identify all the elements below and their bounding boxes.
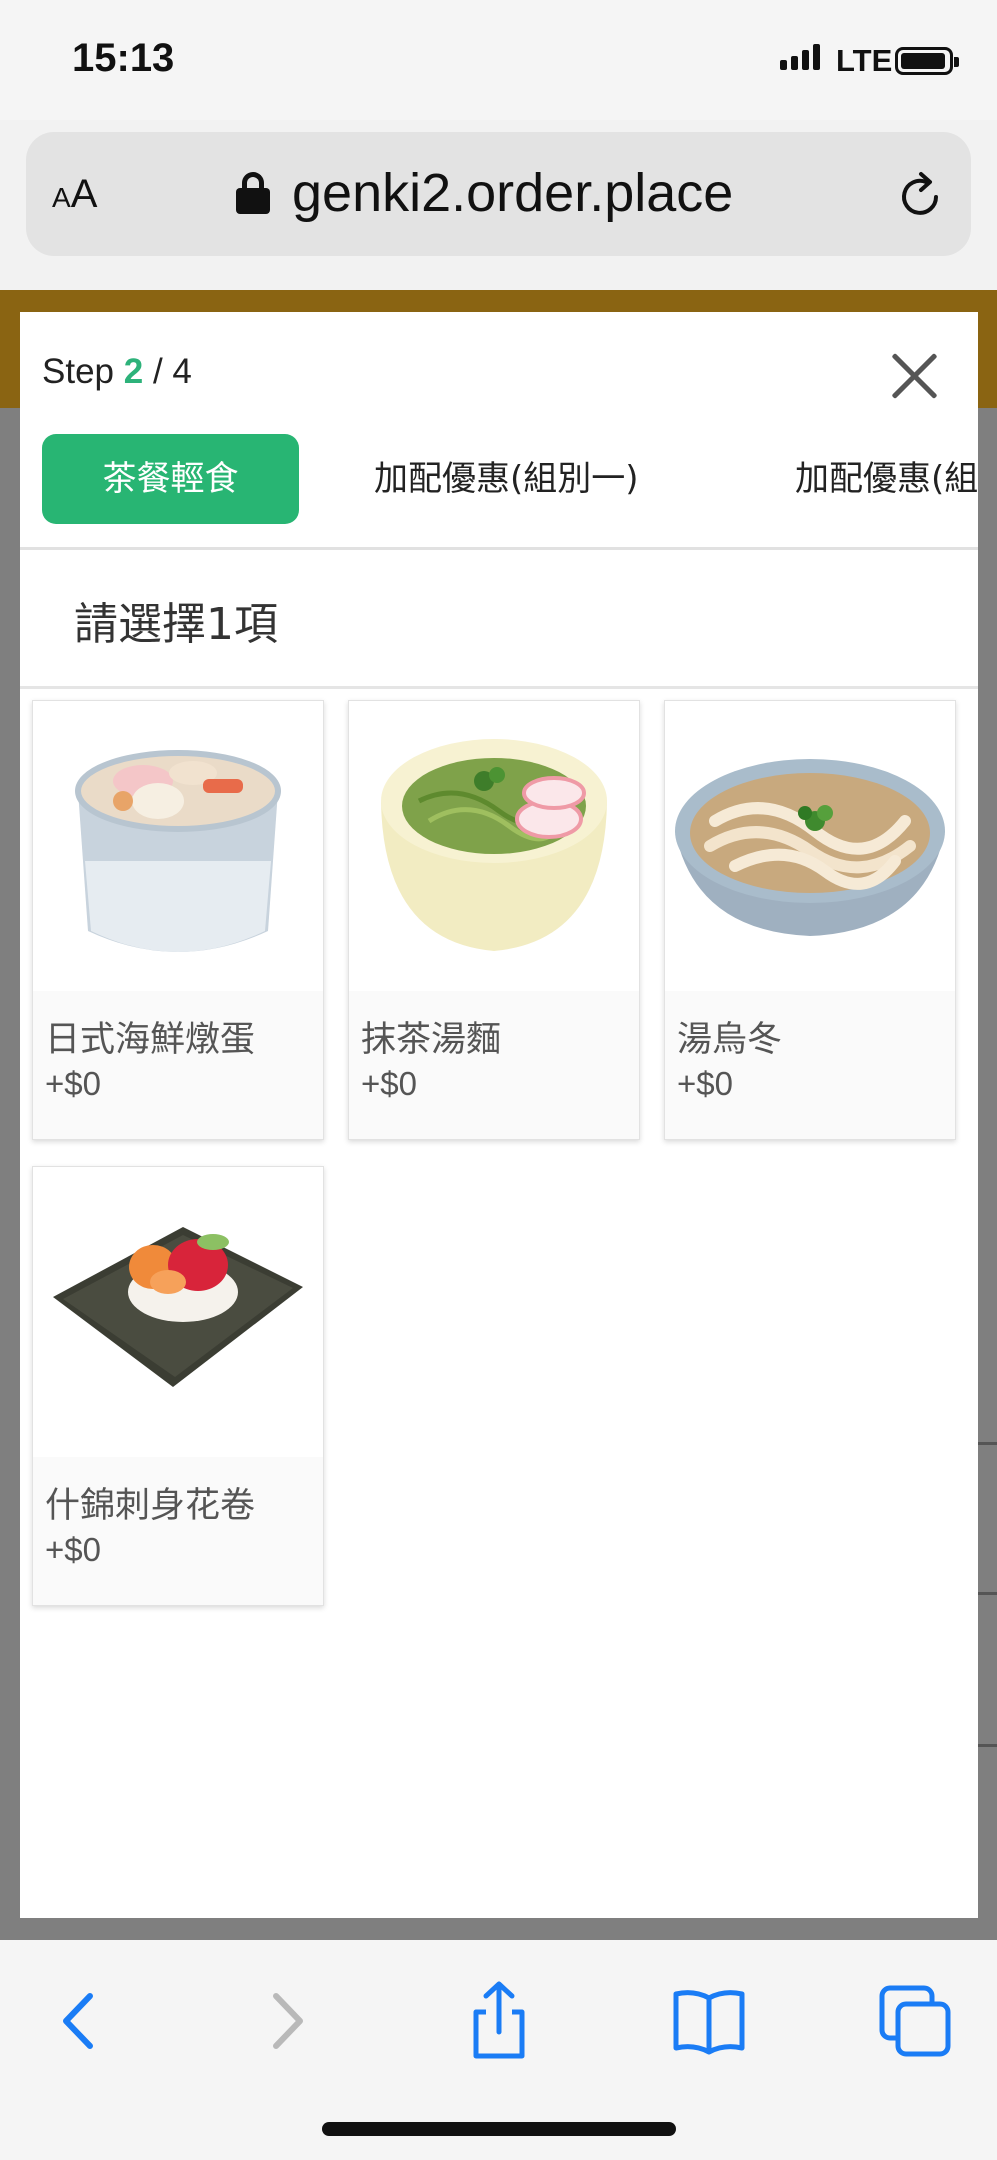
close-icon[interactable]: [886, 346, 942, 402]
item-name: 湯烏冬: [677, 1020, 783, 1060]
divider: [20, 547, 978, 550]
matcha-noodles-image: [349, 701, 639, 991]
tab-addon-group-2[interactable]: 加配優惠(組別二): [795, 434, 978, 524]
item-name: 什錦刺身花卷: [45, 1486, 256, 1526]
menu-item-card[interactable]: 抹茶湯麵 +$0: [348, 700, 640, 1140]
menu-item-card[interactable]: 日式海鮮燉蛋 +$0: [32, 700, 324, 1140]
item-price: +$0: [45, 1531, 101, 1568]
bookmarks-icon[interactable]: [664, 1976, 754, 2066]
background-divider: [978, 1744, 997, 1747]
share-icon[interactable]: [454, 1976, 544, 2066]
back-icon[interactable]: [36, 1976, 126, 2066]
lock-icon: [236, 172, 270, 214]
background-divider: [978, 1442, 997, 1445]
sashimi-roll-image: [33, 1167, 323, 1457]
step-indicator: Step 2 / 4: [42, 352, 192, 391]
selection-prompt: 請選擇1項: [74, 599, 278, 650]
menu-item-card[interactable]: 湯烏冬 +$0: [664, 700, 956, 1140]
udon-image: [665, 701, 955, 991]
reload-icon[interactable]: [896, 170, 944, 220]
item-price: +$0: [677, 1065, 733, 1102]
tab-addon-group-1[interactable]: 加配優惠(組別一): [374, 434, 639, 524]
item-name: 抹茶湯麵: [361, 1020, 502, 1060]
url-text[interactable]: genki2.order.place: [292, 162, 733, 224]
tabs-icon[interactable]: [870, 1976, 960, 2066]
seafood-egg-image: [33, 701, 323, 991]
address-bar[interactable]: AA genki2.order.place: [26, 132, 971, 256]
item-selection-modal: Step 2 / 4 茶餐輕食 加配優惠(組別一) 加配優惠(組別二) 請選擇1…: [20, 312, 978, 1918]
category-tabs: 茶餐輕食 加配優惠(組別一) 加配優惠(組別二): [20, 434, 978, 526]
item-name: 日式海鮮燉蛋: [45, 1020, 256, 1060]
signal-icon: [780, 44, 820, 70]
network-label: LTE: [836, 43, 893, 78]
tab-tea-meal[interactable]: 茶餐輕食: [42, 434, 299, 524]
battery-icon: [895, 47, 959, 75]
status-time: 15:13: [72, 36, 175, 80]
forward-icon[interactable]: [240, 1976, 330, 2066]
item-price: +$0: [45, 1065, 101, 1102]
browser-toolbar: [0, 1940, 997, 2160]
text-size-button[interactable]: AA: [52, 172, 97, 217]
status-bar: 15:13 LTE: [0, 0, 997, 120]
home-indicator: [322, 2122, 676, 2136]
divider: [20, 686, 978, 689]
menu-item-card[interactable]: 什錦刺身花卷 +$0: [32, 1166, 324, 1606]
item-price: +$0: [361, 1065, 417, 1102]
background-divider: [978, 1592, 997, 1595]
